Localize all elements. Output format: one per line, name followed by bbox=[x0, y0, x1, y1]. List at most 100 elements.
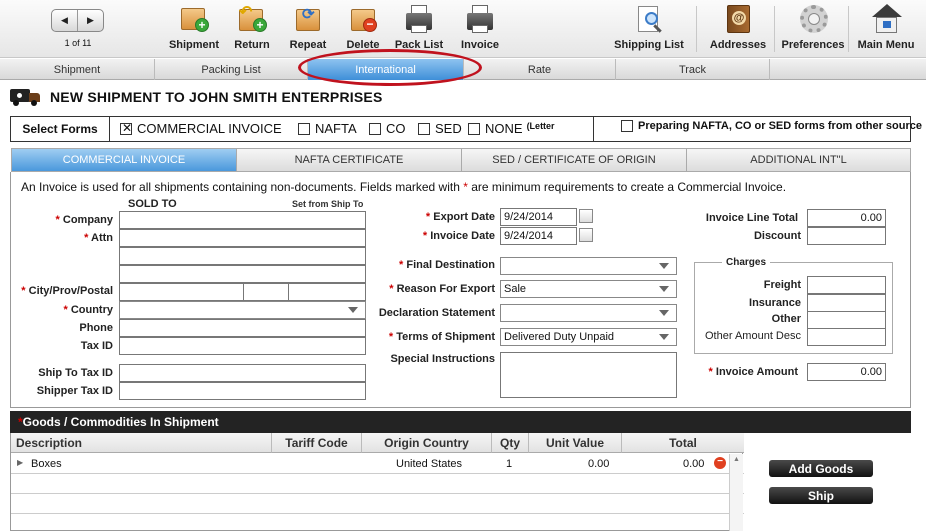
invoice-date-field[interactable]: 9/24/2014 bbox=[500, 227, 577, 245]
preparing-checkbox[interactable] bbox=[621, 120, 633, 132]
ship-button[interactable]: Ship bbox=[769, 487, 873, 504]
return-label: Return bbox=[234, 39, 270, 51]
row-origin: United States bbox=[396, 458, 463, 470]
discount-field[interactable] bbox=[807, 227, 886, 245]
calendar-icon[interactable] bbox=[579, 228, 593, 242]
main-menu-button[interactable]: Main Menu bbox=[855, 4, 917, 54]
chevron-down-icon bbox=[659, 334, 669, 340]
record-navigator: ◀ ▶ bbox=[51, 9, 104, 32]
insurance-field[interactable] bbox=[807, 294, 886, 312]
page-title: NEW SHIPMENT TO JOHN SMITH ENTERPRISES bbox=[50, 89, 383, 105]
intro-text: An Invoice is used for all shipments con… bbox=[21, 180, 786, 194]
toolbar-divider bbox=[696, 6, 697, 52]
commercial-invoice-checkbox[interactable]: ✕ bbox=[120, 121, 132, 135]
shipper-tax-id-label: Shipper Tax ID bbox=[36, 385, 113, 397]
tab-rate[interactable]: Rate bbox=[464, 59, 616, 80]
column-total[interactable]: Total bbox=[622, 433, 744, 453]
address-line-1-field[interactable] bbox=[119, 247, 366, 265]
province-field[interactable] bbox=[243, 283, 289, 301]
declaration-statement-select[interactable] bbox=[500, 304, 677, 322]
none-checkbox[interactable] bbox=[468, 122, 480, 135]
attn-field[interactable] bbox=[119, 229, 366, 247]
special-instructions-field[interactable] bbox=[500, 352, 677, 398]
set-from-ship-to-link[interactable]: Set from Ship To bbox=[292, 199, 363, 209]
home-icon bbox=[871, 4, 902, 34]
table-row bbox=[11, 514, 744, 531]
shipper-tax-id-field[interactable] bbox=[119, 382, 366, 400]
row-description: Boxes bbox=[31, 458, 62, 470]
tab-packing-list[interactable]: Packing List bbox=[155, 59, 308, 80]
other-amount-desc-field[interactable] bbox=[807, 328, 886, 346]
tab-nafta-certificate[interactable]: NAFTA CERTIFICATE bbox=[237, 149, 462, 171]
prev-record-button[interactable]: ◀ bbox=[52, 10, 78, 31]
co-label: CO bbox=[386, 121, 406, 136]
shipment-button[interactable]: + Shipment bbox=[168, 4, 220, 54]
pack-list-button[interactable]: Pack List bbox=[393, 4, 445, 54]
column-qty[interactable]: Qty bbox=[492, 433, 529, 453]
company-label: * Company bbox=[55, 214, 113, 226]
city-field[interactable] bbox=[119, 283, 244, 301]
addresses-button[interactable]: @ Addresses bbox=[710, 4, 766, 54]
reason-value: Sale bbox=[504, 283, 527, 295]
other-label: Other bbox=[771, 313, 801, 325]
preparing-option[interactable]: Preparing NAFTA, CO or SED forms from ot… bbox=[621, 120, 922, 132]
shipping-list-button[interactable]: Shipping List bbox=[614, 4, 684, 54]
co-option[interactable]: CO bbox=[369, 121, 406, 136]
phone-field[interactable] bbox=[119, 319, 366, 337]
intro-text-2: are minimum requirements to create a Com… bbox=[471, 180, 787, 194]
tab-commercial-invoice[interactable]: COMMERCIAL INVOICE bbox=[12, 149, 237, 171]
final-destination-select[interactable] bbox=[500, 257, 677, 275]
column-description[interactable]: Description bbox=[11, 433, 272, 453]
phone-label: Phone bbox=[79, 322, 113, 334]
none-option[interactable]: NONE (Letter bbox=[468, 121, 555, 136]
country-select[interactable] bbox=[119, 301, 366, 319]
freight-field[interactable] bbox=[807, 276, 886, 294]
export-date-field[interactable]: 9/24/2014 bbox=[500, 208, 577, 226]
add-goods-button[interactable]: Add Goods bbox=[769, 460, 873, 477]
select-forms-row: Select Forms ✕ COMMERCIAL INVOICE NAFTA … bbox=[10, 116, 922, 142]
table-row[interactable]: ▶ Boxes United States 1 0.00 0.00 − bbox=[11, 454, 744, 474]
main-menu-label: Main Menu bbox=[857, 39, 915, 51]
chevron-down-icon bbox=[659, 263, 669, 269]
commercial-invoice-option[interactable]: ✕ COMMERCIAL INVOICE bbox=[120, 121, 282, 136]
sed-option[interactable]: SED bbox=[418, 121, 462, 136]
tab-additional-intl[interactable]: ADDITIONAL INT"L bbox=[687, 149, 910, 171]
column-unit-value[interactable]: Unit Value bbox=[529, 433, 622, 453]
repeat-button[interactable]: ⟳ Repeat bbox=[286, 4, 330, 54]
column-tariff-code[interactable]: Tariff Code bbox=[272, 433, 362, 453]
terms-value: Delivered Duty Unpaid bbox=[504, 331, 615, 343]
other-field[interactable] bbox=[807, 311, 886, 329]
remove-row-icon[interactable]: − bbox=[714, 457, 726, 469]
terms-of-shipment-select[interactable]: Delivered Duty Unpaid bbox=[500, 328, 677, 346]
preferences-button[interactable]: Preferences bbox=[782, 4, 845, 54]
nafta-option[interactable]: NAFTA bbox=[298, 121, 357, 136]
company-field[interactable] bbox=[119, 211, 366, 229]
tab-shipment[interactable]: Shipment bbox=[0, 59, 155, 80]
table-scrollbar[interactable]: ▲ bbox=[729, 454, 743, 531]
final-destination-label: * Final Destination bbox=[399, 259, 495, 271]
forms-divider bbox=[593, 117, 594, 141]
app-window: ◀ ▶ 1 of 11 + Shipment ↶ + Return ⟳ Repe… bbox=[0, 0, 926, 531]
sed-checkbox[interactable] bbox=[418, 122, 430, 135]
tax-id-field[interactable] bbox=[119, 337, 366, 355]
return-button[interactable]: ↶ + Return bbox=[230, 4, 274, 54]
column-origin-country[interactable]: Origin Country bbox=[362, 433, 492, 453]
tab-sed-certificate[interactable]: SED / CERTIFICATE OF ORIGIN bbox=[462, 149, 687, 171]
ship-to-tax-id-field[interactable] bbox=[119, 364, 366, 382]
tab-track[interactable]: Track bbox=[616, 59, 770, 80]
co-checkbox[interactable] bbox=[369, 122, 381, 135]
repeat-box-icon: ⟳ bbox=[293, 4, 323, 34]
none-label: NONE bbox=[485, 121, 523, 136]
declaration-statement-label: Declaration Statement bbox=[378, 307, 495, 319]
reason-for-export-select[interactable]: Sale bbox=[500, 280, 677, 298]
delete-button[interactable]: − Delete bbox=[342, 4, 384, 54]
calendar-icon[interactable] bbox=[579, 209, 593, 223]
nafta-label: NAFTA bbox=[315, 121, 357, 136]
attn-label: * Attn bbox=[84, 232, 113, 244]
address-line-2-field[interactable] bbox=[119, 265, 366, 283]
next-record-button[interactable]: ▶ bbox=[78, 10, 103, 31]
postal-field[interactable] bbox=[288, 283, 366, 301]
expand-icon[interactable]: ▶ bbox=[17, 458, 23, 467]
invoice-button[interactable]: Invoice bbox=[458, 4, 502, 54]
nafta-checkbox[interactable] bbox=[298, 122, 310, 135]
